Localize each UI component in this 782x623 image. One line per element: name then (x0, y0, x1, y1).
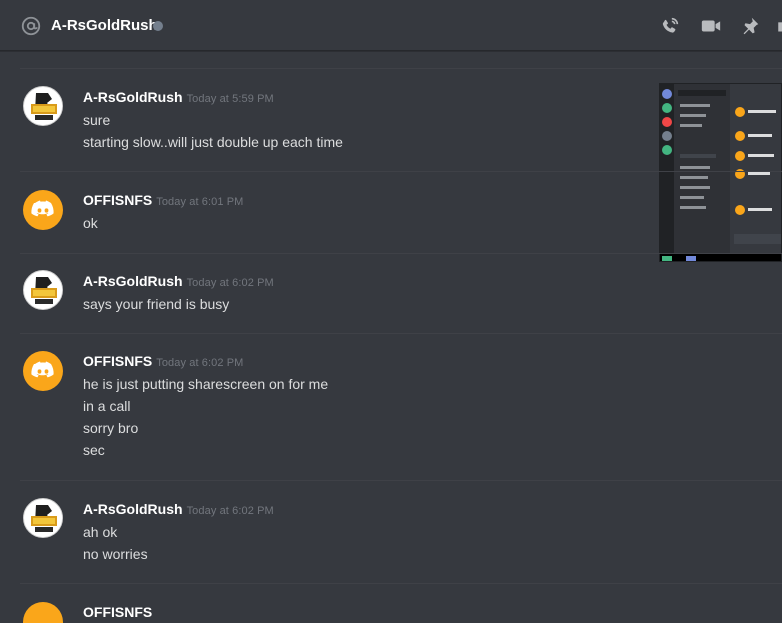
timestamp: Today at 6:01 PM (156, 196, 244, 208)
message-divider (20, 253, 782, 254)
at-icon (21, 16, 41, 36)
avatar[interactable] (23, 270, 63, 310)
screenshot-image (660, 84, 781, 261)
message-text: ok (83, 215, 98, 231)
avatar[interactable] (23, 86, 63, 126)
message-divider (20, 333, 782, 334)
rs-gold-logo-icon (25, 272, 62, 309)
message-text: starting slow..will just double up each … (83, 134, 343, 150)
call-icon[interactable] (659, 15, 681, 37)
channel-header: A-RsGoldRush (0, 0, 782, 51)
more-icon[interactable] (776, 15, 782, 37)
message-text: no worries (83, 546, 148, 562)
message-text: says your friend is busy (83, 296, 230, 312)
message-divider (20, 68, 782, 69)
status-indicator (153, 21, 163, 31)
message-text: sorry bro (83, 420, 139, 436)
channel-title: A-RsGoldRush (51, 17, 158, 34)
avatar[interactable] (23, 602, 63, 623)
pin-icon[interactable] (739, 15, 761, 37)
message-text: sure (83, 112, 111, 128)
username[interactable]: OFFISNFS (83, 603, 152, 621)
timestamp: Today at 6:02 PM (156, 357, 244, 369)
discord-logo-icon (31, 200, 54, 217)
message-divider (20, 480, 782, 481)
rs-gold-logo-icon (25, 88, 62, 125)
message-text: ah ok (83, 524, 118, 540)
avatar[interactable] (23, 351, 63, 391)
message-list[interactable]: A-RsGoldRush Today at 5:59 PM sure starti… (0, 52, 782, 623)
video-icon[interactable] (700, 15, 722, 37)
screenshare-preview[interactable] (659, 83, 782, 262)
username[interactable]: OFFISNFS Today at 6:01 PM (83, 191, 243, 211)
message-text: he is just putting sharescreen on for me (83, 376, 329, 392)
discord-logo-icon (31, 361, 54, 378)
username[interactable]: OFFISNFS Today at 6:02 PM (83, 352, 243, 372)
timestamp: Today at 6:02 PM (186, 277, 274, 289)
timestamp: Today at 5:59 PM (186, 93, 274, 105)
message-text: sec (83, 442, 105, 458)
timestamp: Today at 6:02 PM (186, 505, 274, 517)
message-divider (20, 171, 782, 172)
username[interactable]: A-RsGoldRush Today at 5:59 PM (83, 88, 274, 108)
avatar[interactable] (23, 498, 63, 538)
username[interactable]: A-RsGoldRush Today at 6:02 PM (83, 272, 274, 292)
message-divider (20, 583, 782, 584)
message-text: in a call (83, 398, 131, 414)
avatar[interactable] (23, 190, 63, 230)
username[interactable]: A-RsGoldRush Today at 6:02 PM (83, 500, 274, 520)
rs-gold-logo-icon (25, 500, 62, 537)
